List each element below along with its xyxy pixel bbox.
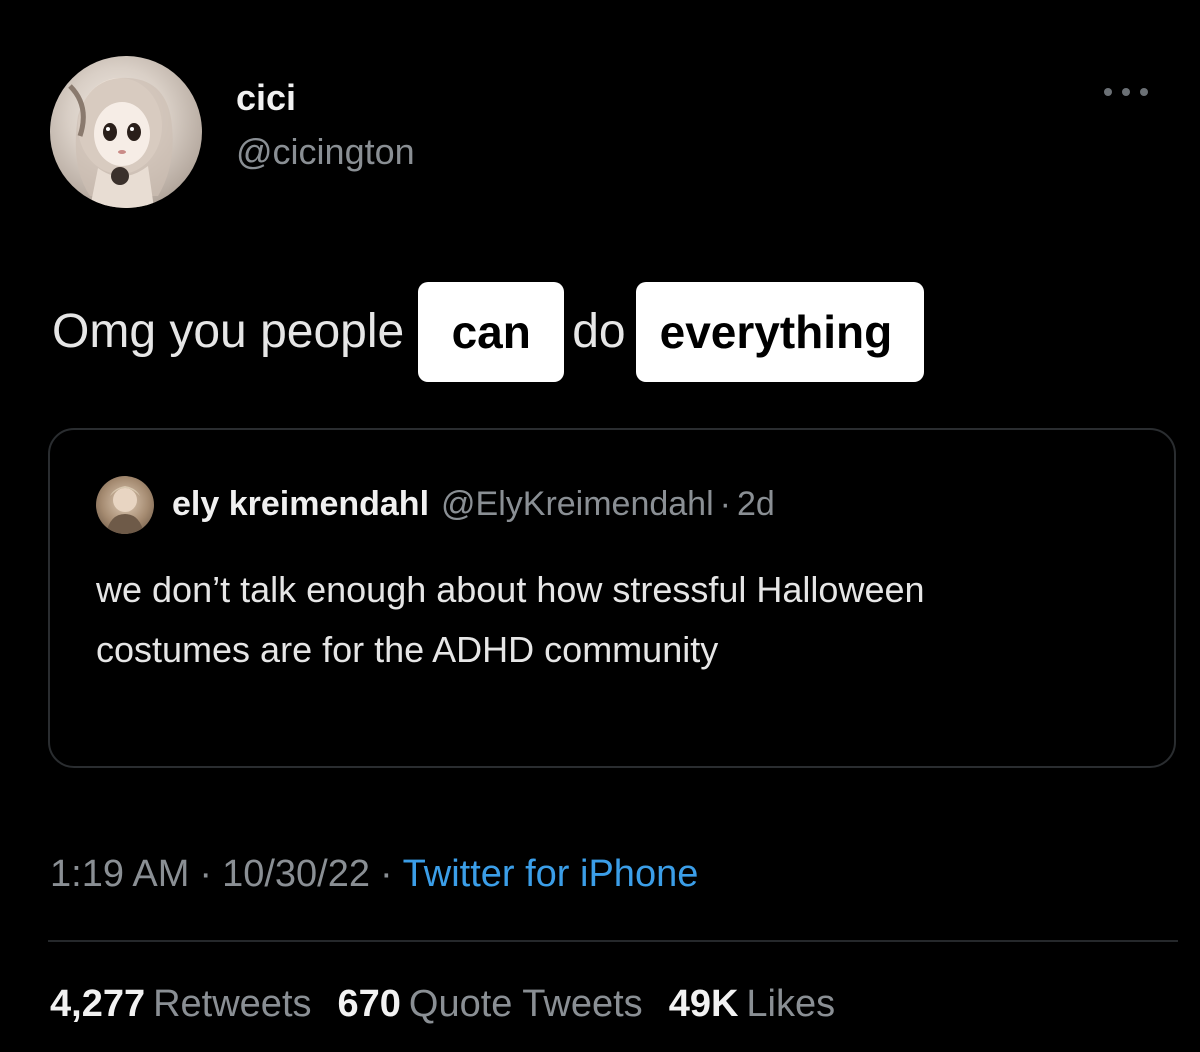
retweets-count: 4,277 bbox=[50, 983, 146, 1025]
quoted-time[interactable]: 2d bbox=[737, 485, 775, 523]
retweets-stat[interactable]: 4,277 Retweets bbox=[50, 983, 338, 1025]
quoted-text: we don’t talk enough about how stressful… bbox=[96, 569, 925, 670]
quote-tweets-label: Quote Tweets bbox=[408, 983, 643, 1025]
author-name[interactable]: cici bbox=[236, 78, 296, 118]
likes-label: Likes bbox=[746, 983, 836, 1025]
tweet-time[interactable]: 1:19 AM bbox=[50, 853, 189, 895]
tweet-stats: 4,277 Retweets 670 Quote Tweets 49K Likes bbox=[50, 980, 861, 1028]
more-dot bbox=[1140, 88, 1148, 96]
quoted-author-handle[interactable]: @ElyKreimendahl bbox=[441, 485, 714, 523]
tweet-date[interactable]: 10/30/22 bbox=[222, 853, 370, 895]
tweet-meta: 1:19 AM · 10/30/22 · Twitter for iPhone bbox=[50, 850, 698, 898]
likes-count: 49K bbox=[668, 983, 739, 1025]
tweet-text-part1: Omg you people bbox=[52, 305, 405, 358]
quoted-separator: · bbox=[719, 485, 731, 523]
divider bbox=[48, 940, 1178, 942]
more-dot bbox=[1104, 88, 1112, 96]
quoted-tweet-card[interactable]: ely kreimendahl @ElyKreimendahl · 2d we don… bbox=[48, 428, 1176, 768]
quoted-author-avatar[interactable] bbox=[96, 476, 154, 534]
highlight-can: can bbox=[418, 282, 565, 382]
meta-dot: · bbox=[199, 853, 213, 895]
more-dot bbox=[1122, 88, 1130, 96]
author-avatar[interactable] bbox=[50, 56, 202, 208]
more-options-icon[interactable] bbox=[1104, 82, 1148, 102]
likes-stat[interactable]: 49K Likes bbox=[669, 983, 861, 1025]
quote-tweets-count: 670 bbox=[337, 983, 401, 1025]
quoted-author-name[interactable]: ely kreimendahl bbox=[172, 485, 429, 523]
tweet: cici @cicington Omg you people can do ev… bbox=[0, 0, 1200, 1052]
tweet-text-part2: do bbox=[572, 305, 626, 358]
quote-tweets-stat[interactable]: 670 Quote Tweets bbox=[338, 983, 669, 1025]
quoted-avatar-photo-icon bbox=[106, 486, 144, 534]
tweet-source-link[interactable]: Twitter for iPhone bbox=[403, 853, 699, 895]
quoted-header: ely kreimendahl @ElyKreimendahl · 2d bbox=[172, 482, 775, 526]
author-handle[interactable]: @cicington bbox=[236, 132, 415, 172]
avatar-photo-icon bbox=[68, 77, 173, 208]
meta-dot: · bbox=[380, 853, 393, 895]
highlight-everything: everything bbox=[635, 282, 925, 382]
retweets-label: Retweets bbox=[153, 983, 312, 1025]
tweet-text: Omg you people can do everything bbox=[52, 282, 925, 382]
